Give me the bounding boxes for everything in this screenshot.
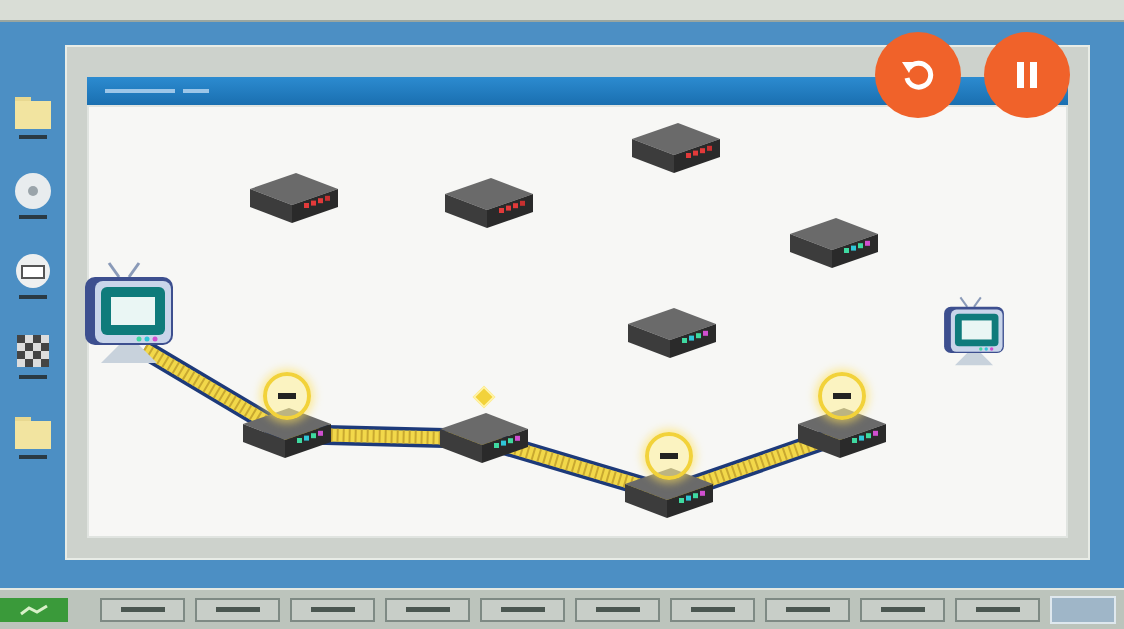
- checker-icon: [13, 331, 53, 371]
- task-mark: [596, 607, 640, 612]
- game-window: [65, 45, 1090, 560]
- taskbar-button[interactable]: [955, 598, 1040, 622]
- system-tray: [1050, 596, 1116, 624]
- computer-node[interactable]: [940, 295, 1008, 370]
- folder-icon: [13, 91, 53, 131]
- router-node[interactable]: [239, 402, 335, 466]
- title-mark: [183, 89, 209, 93]
- icon-label: [19, 135, 47, 139]
- cable: [89, 107, 1066, 536]
- start-icon: [19, 604, 49, 616]
- top-bar: [0, 0, 1124, 22]
- path-marker: [263, 372, 311, 420]
- task-mark: [121, 607, 165, 612]
- desktop-icon[interactable]: [11, 251, 55, 303]
- folder-icon: [13, 411, 53, 451]
- task-mark: [406, 607, 450, 612]
- router-icon: [786, 212, 882, 276]
- desktop-icon[interactable]: [11, 331, 55, 383]
- taskbar-button[interactable]: [480, 598, 565, 622]
- path-dot: [473, 386, 496, 409]
- game-screen: [0, 0, 1124, 629]
- path-marker: [818, 372, 866, 420]
- taskbar-button[interactable]: [765, 598, 850, 622]
- path-marker: [645, 432, 693, 480]
- task-mark: [311, 607, 355, 612]
- icon-label: [19, 295, 47, 299]
- router-icon: [246, 167, 342, 231]
- router-node[interactable]: [246, 167, 342, 231]
- taskbar-button[interactable]: [670, 598, 755, 622]
- task-mark: [216, 607, 260, 612]
- pause-icon: [1010, 58, 1044, 92]
- taskbar-button[interactable]: [195, 598, 280, 622]
- desktop-icon[interactable]: [11, 91, 55, 143]
- icon-label: [19, 375, 47, 379]
- router-node[interactable]: [436, 407, 532, 471]
- task-mark: [976, 607, 1020, 612]
- title-mark: [105, 89, 175, 93]
- router-node[interactable]: [624, 302, 720, 366]
- taskbar-button[interactable]: [575, 598, 660, 622]
- router-node[interactable]: [441, 172, 537, 236]
- taskbar: [0, 588, 1124, 629]
- marker-dash: [833, 393, 851, 399]
- router-node[interactable]: [621, 462, 717, 526]
- router-icon: [628, 117, 724, 181]
- task-mark: [881, 607, 925, 612]
- desktop-icons: [0, 45, 65, 588]
- taskbar-button[interactable]: [860, 598, 945, 622]
- marker-dash: [278, 393, 296, 399]
- taskbar-button[interactable]: [100, 598, 185, 622]
- desktop: [0, 22, 1124, 588]
- desktop-icon[interactable]: [11, 411, 55, 463]
- task-mark: [786, 607, 830, 612]
- start-button[interactable]: [0, 598, 68, 622]
- restart-icon: [899, 56, 937, 94]
- taskbar-button[interactable]: [290, 598, 375, 622]
- desktop-icon[interactable]: [11, 171, 55, 223]
- icon-label: [19, 215, 47, 219]
- router-node[interactable]: [628, 117, 724, 181]
- restart-button[interactable]: [875, 32, 961, 118]
- router-icon: [436, 407, 532, 471]
- computer-icon: [940, 295, 1008, 370]
- marker-dash: [660, 453, 678, 459]
- router-icon: [441, 172, 537, 236]
- computer-node[interactable]: [79, 259, 179, 369]
- icon-label: [19, 455, 47, 459]
- router-icon: [624, 302, 720, 366]
- pause-button[interactable]: [984, 32, 1070, 118]
- mail-icon: [13, 251, 53, 291]
- disc-icon: [13, 171, 53, 211]
- router-node[interactable]: [786, 212, 882, 276]
- taskbar-button[interactable]: [385, 598, 470, 622]
- computer-icon: [79, 259, 179, 369]
- network-canvas: [87, 105, 1068, 538]
- task-mark: [691, 607, 735, 612]
- task-mark: [501, 607, 545, 612]
- router-node[interactable]: [794, 402, 890, 466]
